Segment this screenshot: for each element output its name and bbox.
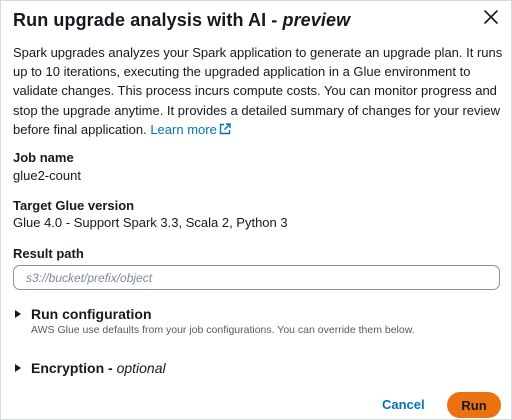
cancel-button[interactable]: Cancel: [382, 393, 425, 417]
run-configuration-description: AWS Glue use defaults from your job conf…: [31, 324, 415, 336]
modal-title: Run upgrade analysis with AI - preview: [13, 9, 499, 31]
encryption-optional: optional: [116, 360, 166, 376]
result-path-label: Result path: [13, 246, 84, 261]
job-name-label: Job name: [13, 150, 74, 165]
job-name-value: glue2-count: [13, 168, 81, 183]
encryption-title: Encryption - optional: [31, 359, 166, 377]
target-glue-version-label: Target Glue version: [13, 198, 135, 213]
run-button[interactable]: Run: [447, 392, 501, 418]
upgrade-analysis-modal: Run upgrade analysis with AI - preview S…: [0, 0, 512, 420]
close-icon[interactable]: [483, 9, 499, 25]
description-text: Spark upgrades analyzes your Spark appli…: [13, 45, 503, 137]
result-path-input[interactable]: [13, 265, 500, 290]
caret-right-icon: [15, 310, 21, 318]
encryption-expander[interactable]: Encryption - optional: [13, 359, 166, 377]
modal-title-suffix: preview: [282, 10, 351, 30]
learn-more-label: Learn more: [150, 121, 217, 137]
modal-header: Run upgrade analysis with AI - preview: [13, 9, 499, 31]
external-link-icon: [219, 121, 231, 135]
learn-more-link[interactable]: Learn more: [150, 121, 231, 137]
target-glue-version-value: Glue 4.0 - Support Spark 3.3, Scala 2, P…: [13, 215, 288, 230]
caret-right-icon: [15, 364, 21, 372]
run-configuration-title: Run configuration: [31, 306, 152, 322]
modal-title-text: Run upgrade analysis with AI -: [13, 10, 278, 30]
modal-description: Spark upgrades analyzes your Spark appli…: [13, 43, 503, 139]
encryption-title-text: Encryption -: [31, 360, 113, 376]
run-configuration-expander[interactable]: Run configuration: [13, 305, 152, 323]
